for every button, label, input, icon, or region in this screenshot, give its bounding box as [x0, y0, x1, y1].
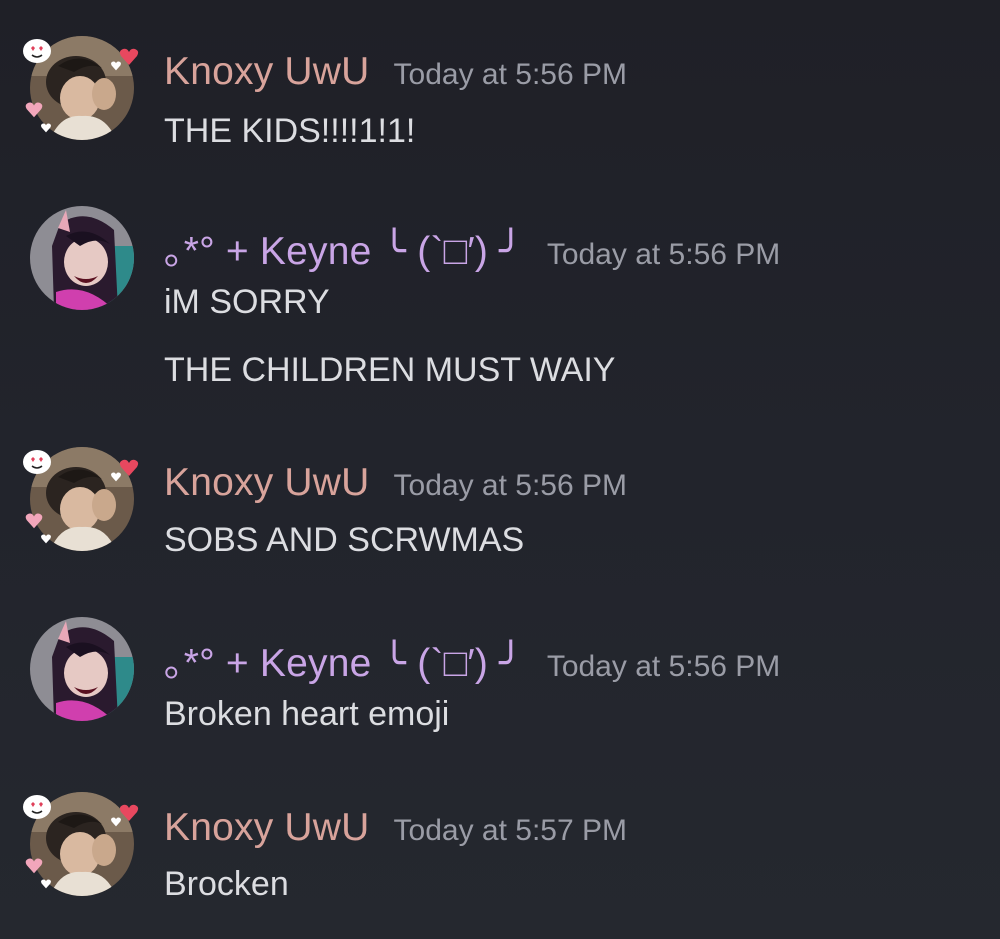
- heart-icon: [41, 534, 51, 544]
- timestamp: Today at 5:56 PM: [393, 469, 627, 502]
- avatar[interactable]: [23, 36, 139, 140]
- heart-icon: [111, 817, 121, 827]
- username[interactable]: ｡*° + Keyne ╰ (`□′) ╯: [164, 220, 523, 276]
- heart-icon: [41, 123, 51, 133]
- heart-eyes-emoji-icon: [23, 39, 51, 63]
- heart-icon: [25, 513, 43, 529]
- message-text: SOBS AND SCRWMAS: [164, 521, 525, 559]
- heart-icon: [41, 879, 51, 889]
- avatar[interactable]: [23, 447, 139, 551]
- timestamp: Today at 5:56 PM: [393, 58, 627, 91]
- username[interactable]: ｡*° + Keyne ╰ (`□′) ╯: [164, 632, 523, 688]
- timestamp: Today at 5:56 PM: [546, 650, 781, 683]
- heart-eyes-emoji-icon: [23, 450, 51, 474]
- timestamp: Today at 5:57 PM: [393, 814, 627, 847]
- message-text: THE KIDS!!!!1!1!: [164, 112, 416, 150]
- avatar[interactable]: [30, 617, 134, 721]
- username[interactable]: Knoxy UwU: [164, 806, 370, 850]
- message-text: iM SORRY: [164, 283, 330, 321]
- username[interactable]: Knoxy UwU: [164, 461, 370, 505]
- message-text: THE CHILDREN MUST WAIY: [164, 351, 616, 389]
- message-text: Brocken: [164, 865, 289, 903]
- heart-icon: [25, 102, 43, 118]
- heart-icon: [111, 61, 121, 71]
- message-text: Broken heart emoji: [164, 695, 450, 733]
- username[interactable]: Knoxy UwU: [164, 50, 370, 94]
- timestamp: Today at 5:56 PM: [546, 238, 781, 271]
- heart-icon: [25, 858, 43, 874]
- heart-eyes-emoji-icon: [23, 795, 51, 819]
- avatar[interactable]: [23, 792, 139, 896]
- avatar[interactable]: [30, 206, 134, 310]
- heart-icon: [111, 472, 121, 482]
